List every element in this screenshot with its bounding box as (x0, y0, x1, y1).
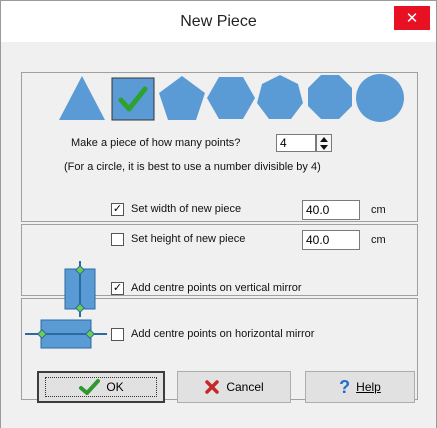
new-piece-dialog: New Piece ✕ Make a piece of how many poi… (0, 0, 437, 428)
points-hint: (For a circle, it is best to use a numbe… (64, 161, 321, 173)
pentagon-shape-button[interactable] (157, 72, 207, 124)
dialog-title: New Piece (180, 13, 257, 30)
octagon-shape-button[interactable] (305, 72, 355, 124)
width-label: Set width of new piece (131, 203, 242, 215)
points-input[interactable]: 4 (276, 134, 316, 152)
square-shape-button[interactable] (108, 72, 158, 124)
spin-down-icon[interactable] (320, 145, 328, 150)
horizontal-mirror-checkbox[interactable] (111, 328, 124, 341)
ok-button[interactable]: OK (37, 371, 165, 403)
width-unit: cm (371, 204, 386, 216)
close-icon: ✕ (405, 10, 419, 27)
horizontal-mirror-icon (25, 319, 107, 349)
height-unit: cm (371, 234, 386, 246)
points-label: Make a piece of how many points? (71, 137, 241, 149)
help-button[interactable]: ? Help (305, 371, 415, 403)
vertical-mirror-checkbox[interactable]: ✓ (111, 282, 124, 295)
height-input[interactable]: 40.0 (302, 230, 360, 250)
close-button[interactable]: ✕ (394, 6, 430, 30)
width-checkbox[interactable]: ✓ (111, 203, 124, 216)
width-input[interactable]: 40.0 (302, 200, 360, 220)
circle-shape-button[interactable] (354, 72, 406, 124)
help-label: Help (356, 380, 381, 394)
heptagon-shape-button[interactable] (255, 72, 305, 124)
spin-up-icon[interactable] (320, 137, 328, 142)
question-icon: ? (339, 376, 351, 397)
check-icon (78, 379, 101, 395)
hexagon-shape-button[interactable] (206, 72, 256, 124)
horizontal-mirror-label: Add centre points on horizontal mirror (131, 328, 315, 340)
height-checkbox[interactable] (111, 233, 124, 246)
shape-picker (57, 72, 417, 124)
ok-label: OK (106, 380, 124, 394)
cross-icon (204, 379, 220, 395)
vertical-mirror-icon (64, 261, 96, 317)
points-spinner[interactable] (316, 134, 332, 152)
title-bar: New Piece ✕ (1, 1, 436, 42)
triangle-shape-button[interactable] (57, 72, 107, 124)
height-label: Set height of new piece (131, 233, 246, 245)
cancel-label: Cancel (226, 380, 264, 394)
vertical-mirror-label: Add centre points on vertical mirror (131, 282, 302, 294)
cancel-button[interactable]: Cancel (177, 371, 291, 403)
